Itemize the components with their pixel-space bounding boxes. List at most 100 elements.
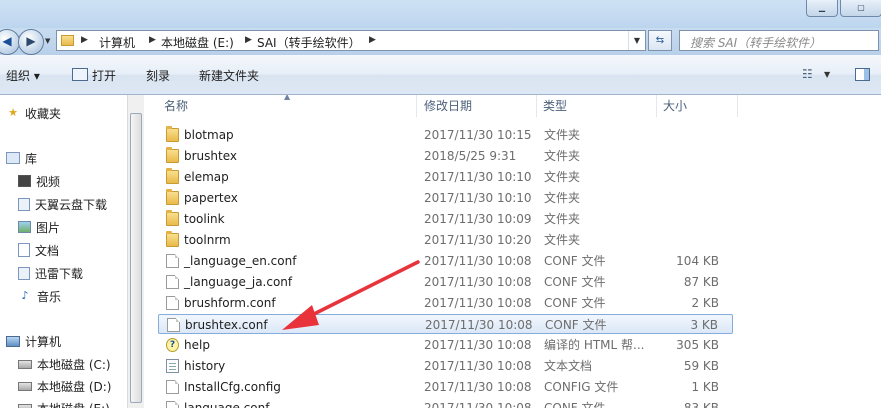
- title-bar: [0, 0, 881, 28]
- cell-name: elemap: [184, 170, 229, 184]
- breadcrumb-separator-icon[interactable]: ▶: [81, 35, 88, 45]
- help-file-icon: ?: [166, 338, 179, 352]
- file-icon: [166, 296, 179, 310]
- nav-library-thunder-download[interactable]: 迅雷下载: [18, 263, 83, 283]
- table-row[interactable]: brushform.conf 2017/11/30 10:08 CONF 文件 2 K…: [158, 293, 733, 313]
- nav-label: 文档: [35, 243, 60, 258]
- breadcrumb-computer[interactable]: 计算机: [99, 34, 135, 51]
- forward-button[interactable]: ▶: [18, 29, 44, 55]
- nav-drive-d[interactable]: 本地磁盘 (D:): [18, 376, 111, 396]
- folder-icon: [61, 35, 74, 46]
- nav-drive-c[interactable]: 本地磁盘 (C:): [18, 354, 111, 374]
- table-row[interactable]: toolink 2017/11/30 10:09 文件夹: [158, 209, 733, 229]
- cell-date: 2018/5/25 9:31: [424, 149, 517, 163]
- maximize-icon: ▢: [857, 3, 865, 12]
- table-row[interactable]: _language_en.conf 2017/11/30 10:08 CONF 文件…: [158, 251, 733, 271]
- cell-type: CONF 文件: [544, 401, 606, 408]
- nav-label: 图片: [36, 220, 61, 235]
- column-header-type[interactable]: 类型: [543, 95, 567, 117]
- search-input[interactable]: 搜索 SAI（转手绘软件）: [679, 30, 879, 51]
- column-header-name[interactable]: 名称: [164, 95, 188, 117]
- cell-type: CONF 文件: [544, 254, 606, 268]
- forward-arrow-icon: ▶: [26, 34, 36, 48]
- nav-library-music[interactable]: ♪ 音乐: [18, 286, 61, 306]
- column-header-date[interactable]: 修改日期: [424, 95, 472, 117]
- file-icon: [166, 380, 179, 394]
- cell-size: 104 KB: [676, 254, 719, 268]
- nav-library-documents[interactable]: 文档: [18, 240, 59, 260]
- nav-library-tianyi-download[interactable]: 天翼云盘下载: [18, 194, 107, 214]
- table-row[interactable]: toolnrm 2017/11/30 10:20 文件夹: [158, 230, 733, 250]
- cell-name: help: [184, 338, 210, 352]
- nav-favorites[interactable]: ★ 收藏夹: [6, 103, 61, 123]
- recent-pages-dropdown[interactable]: ▼: [45, 37, 50, 45]
- nav-label: 音乐: [37, 289, 62, 304]
- column-divider[interactable]: [737, 95, 738, 117]
- back-arrow-icon: ◀: [2, 34, 12, 48]
- address-bar[interactable]: ▶ 计算机 ▶ 本地磁盘 (E:) ▶ SAI（转手绘软件） ▶ ▼: [56, 30, 646, 51]
- cell-date: 2017/11/30 10:09: [424, 212, 532, 226]
- nav-library-pictures[interactable]: 图片: [18, 217, 60, 237]
- table-row[interactable]: papertex 2017/11/30 10:10 文件夹: [158, 188, 733, 208]
- breadcrumb-separator-icon[interactable]: ▶: [149, 35, 156, 45]
- column-divider[interactable]: [536, 95, 537, 117]
- star-icon: ★: [8, 106, 18, 119]
- nav-scrollbar-thumb[interactable]: [130, 113, 142, 403]
- cell-name: history: [184, 359, 226, 373]
- organize-button[interactable]: 组织 ▾: [6, 67, 40, 84]
- picture-icon: [18, 221, 31, 233]
- nav-label: 本地磁盘 (C:): [37, 357, 111, 372]
- nav-computer[interactable]: 计算机: [6, 331, 61, 351]
- cell-size: 83 KB: [683, 401, 719, 408]
- table-row-selected[interactable]: brushtex.conf 2017/11/30 10:08 CONF 文件 3 KB: [158, 314, 733, 334]
- nav-label: 库: [25, 151, 38, 166]
- column-header-size[interactable]: 大小: [663, 95, 687, 117]
- table-row[interactable]: ? help 2017/11/30 10:08 编译的 HTML 帮... 305 KB: [158, 335, 733, 355]
- cell-size: [639, 125, 719, 145]
- new-folder-button[interactable]: 新建文件夹: [199, 67, 259, 84]
- library-icon: [18, 197, 30, 211]
- cell-date: 2017/11/30 10:10: [424, 170, 532, 184]
- view-dropdown-icon[interactable]: ▼: [824, 68, 830, 81]
- table-row[interactable]: _language_ja.conf 2017/11/30 10:08 CONF 文件…: [158, 272, 733, 292]
- cell-date: 2017/11/30 10:08: [424, 401, 532, 408]
- nav-libraries[interactable]: 库: [6, 148, 37, 168]
- folder-icon: [166, 210, 179, 226]
- burn-button[interactable]: 刻录: [146, 67, 170, 84]
- drive-icon: [18, 359, 32, 369]
- table-row[interactable]: language.conf 2017/11/30 10:08 CONF 文件 83 K…: [158, 398, 733, 408]
- cell-name: brushtex: [184, 149, 237, 163]
- column-divider[interactable]: [656, 95, 657, 117]
- cell-type: 文件夹: [544, 149, 581, 163]
- table-row[interactable]: elemap 2017/11/30 10:10 文件夹: [158, 167, 733, 187]
- nav-label: 收藏夹: [25, 106, 62, 121]
- view-options-icon[interactable]: ☷: [802, 68, 813, 81]
- nav-scrollbar[interactable]: [127, 95, 144, 408]
- cell-size: [639, 167, 719, 187]
- cell-size: [639, 230, 719, 250]
- refresh-button[interactable]: ⇆: [648, 30, 672, 51]
- breadcrumb-sai-folder[interactable]: SAI（转手绘软件）: [257, 34, 361, 51]
- folder-icon: [166, 231, 179, 247]
- breadcrumb-separator-icon[interactable]: ▶: [369, 35, 376, 45]
- address-dropdown-icon[interactable]: ▼: [628, 31, 645, 50]
- maximize-button[interactable]: ▢: [840, 0, 881, 17]
- breadcrumb-separator-icon[interactable]: ▶: [245, 35, 252, 45]
- minimize-button[interactable]: ▁: [806, 0, 838, 17]
- table-row[interactable]: brushtex 2018/5/25 9:31 文件夹: [158, 146, 733, 166]
- table-row[interactable]: history 2017/11/30 10:08 文本文档 59 KB: [158, 356, 733, 376]
- cell-date: 2017/11/30 10:08: [424, 359, 532, 373]
- table-row[interactable]: InstallCfg.config 2017/11/30 10:08 CONFIG …: [158, 377, 733, 397]
- table-row[interactable]: blotmap 2017/11/30 10:15 文件夹: [158, 125, 733, 145]
- open-button[interactable]: 打开: [92, 67, 116, 84]
- cell-type: CONF 文件: [544, 296, 606, 310]
- nav-library-videos[interactable]: 视频: [18, 171, 60, 191]
- nav-drive-e[interactable]: 本地磁盘 (E:): [18, 398, 110, 408]
- cell-name: papertex: [184, 191, 238, 205]
- preview-pane-icon[interactable]: [855, 68, 870, 81]
- column-divider[interactable]: [416, 95, 417, 117]
- cell-type: CONF 文件: [544, 275, 606, 289]
- breadcrumb-drive-e[interactable]: 本地磁盘 (E:): [161, 34, 234, 51]
- navigation-pane: ★ 收藏夹 库 视频 天翼云盘下载 图片 文档 迅雷下载 ♪ 音乐 计算机 本地…: [0, 95, 127, 408]
- cell-name: brushtex.conf: [185, 318, 268, 332]
